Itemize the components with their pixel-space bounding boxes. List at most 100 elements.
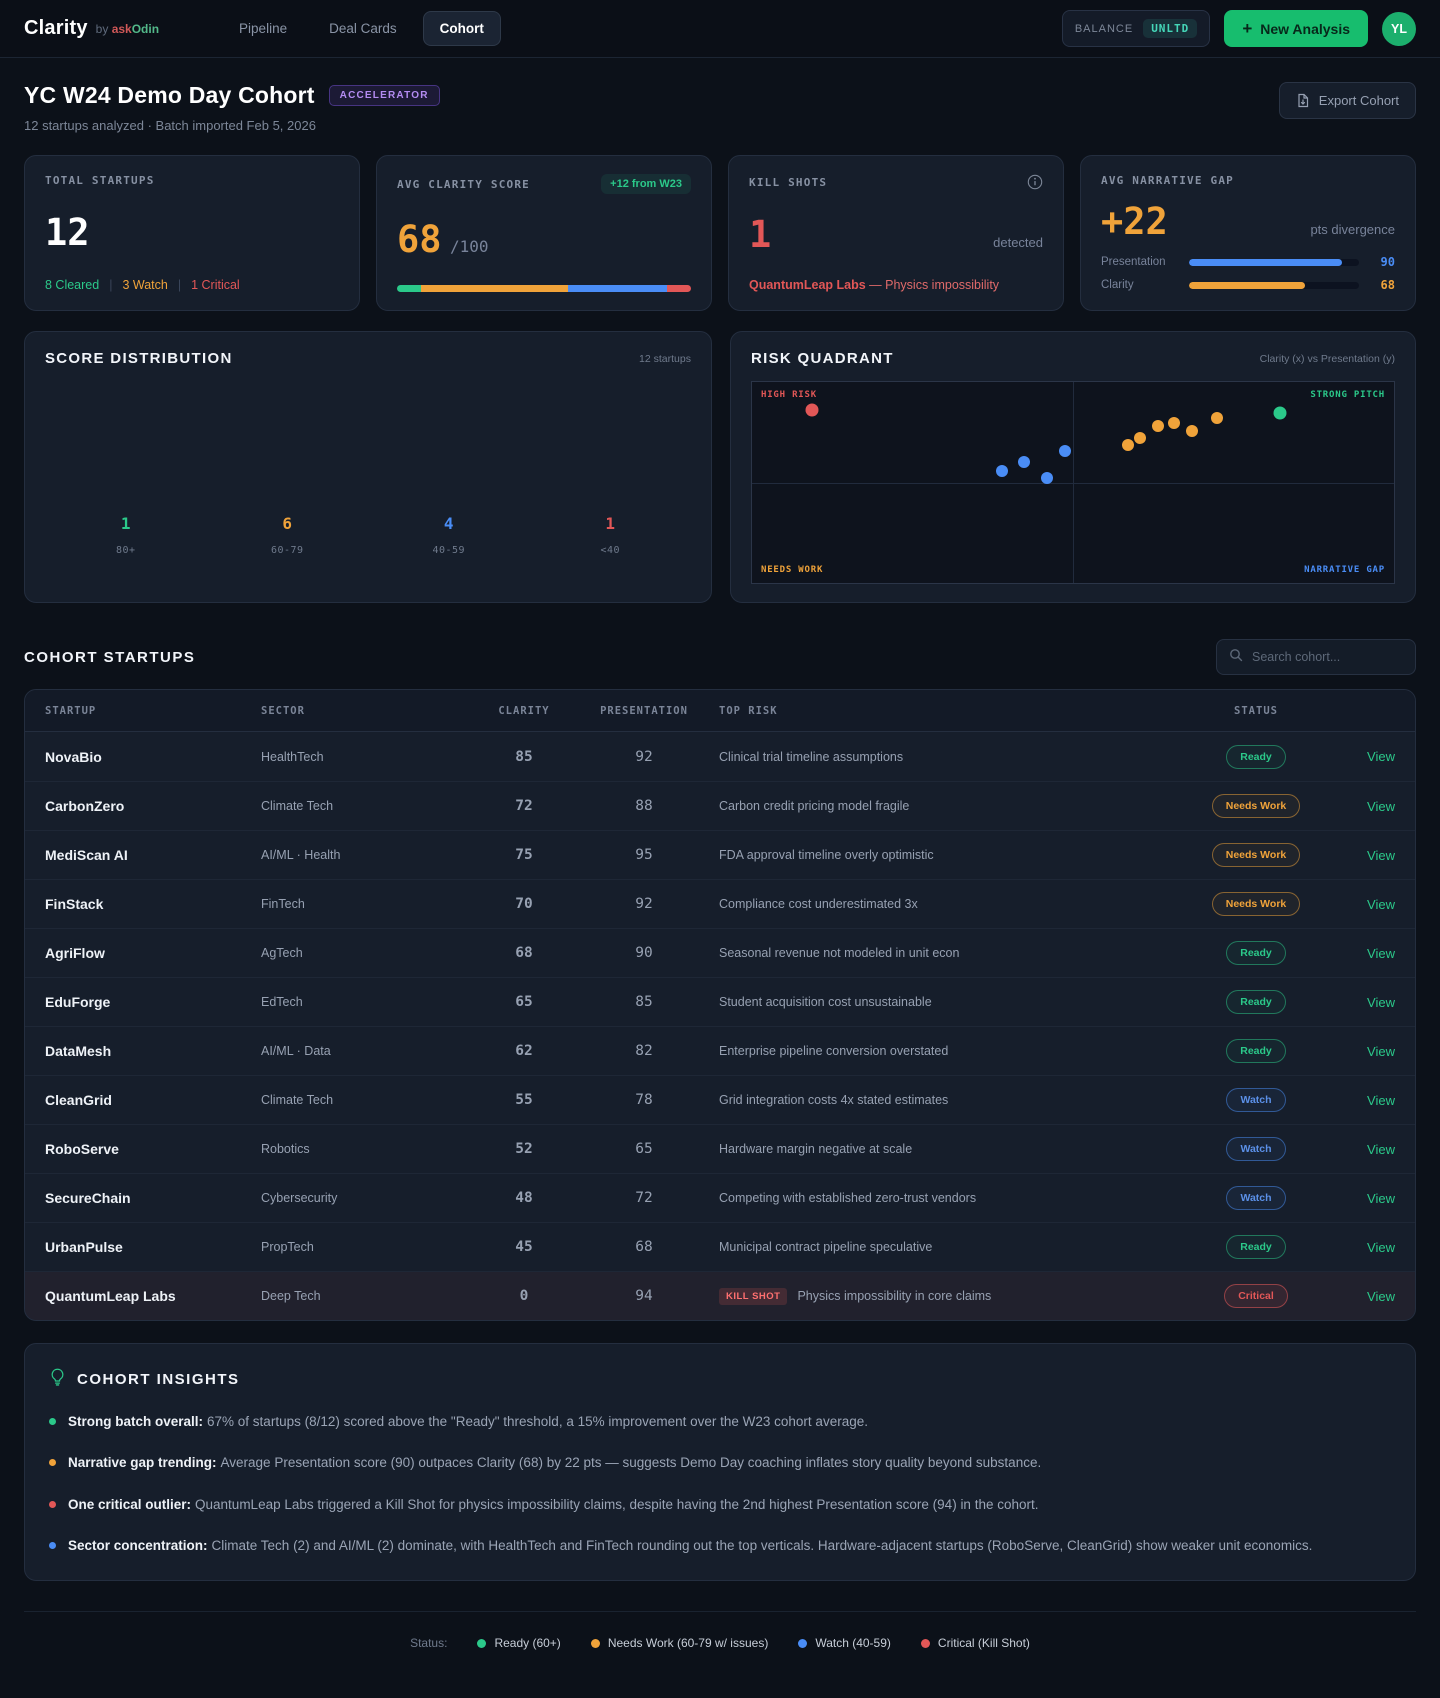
status-badge: Ready: [1226, 744, 1286, 769]
legend-item-label: Critical (Kill Shot): [937, 1636, 1030, 1650]
view-link[interactable]: View: [1367, 1093, 1395, 1108]
top-risk: KILL SHOT Physics impossibility in core c…: [719, 1287, 1181, 1305]
cohort-section-header: COHORT STARTUPS: [24, 639, 1416, 675]
legend-dot: [920, 1638, 930, 1648]
presentation-score: 78: [635, 1092, 653, 1108]
startup-sector: Climate Tech: [261, 1093, 334, 1107]
nav-item-pipeline[interactable]: Pipeline: [223, 12, 303, 45]
legend-label: Status:: [410, 1636, 448, 1650]
startup-name: DataMesh: [45, 1043, 112, 1059]
table-row-novabio: NovaBio HealthTech 85 92 Clinical trial time…: [25, 732, 1415, 781]
legend-item-critical-kill-shot: Critical (Kill Shot): [920, 1636, 1030, 1650]
startup-sector: FinTech: [261, 897, 305, 911]
table-row-carbonzero: CarbonZero Climate Tech 72 88 Carbon credit …: [25, 781, 1415, 830]
legend-dot: [798, 1638, 808, 1648]
top-risk: Hardware margin negative at scale: [719, 1142, 1181, 1156]
bucket-count: 6: [282, 514, 293, 533]
view-link[interactable]: View: [1367, 1044, 1395, 1059]
total-startups-label: TOTAL STARTUPS: [45, 174, 155, 187]
view-link[interactable]: View: [1367, 799, 1395, 814]
insight-body: Average Presentation score (90) outpaces…: [220, 1455, 1042, 1471]
startup-name: FinStack: [45, 896, 104, 912]
gap-bar-value: 68: [1380, 278, 1395, 292]
presentation-score: 72: [635, 1190, 653, 1206]
legend-item-label: Watch (40-59): [815, 1636, 891, 1650]
insight-body: Climate Tech (2) and AI/ML (2) dominate,…: [211, 1537, 1313, 1553]
avg-clarity-card: AVG CLARITY SCORE +12 from W23 68 /100: [376, 155, 712, 311]
export-cohort-button[interactable]: Export Cohort: [1278, 82, 1416, 119]
info-icon[interactable]: [1027, 174, 1043, 190]
view-link[interactable]: View: [1367, 1240, 1395, 1255]
avg-clarity-value: 68: [397, 218, 442, 261]
search-input[interactable]: [1252, 650, 1413, 664]
gap-bar-value: 90: [1380, 255, 1395, 269]
top-risk-text: Hardware margin negative at scale: [719, 1142, 913, 1156]
startup-name: AgriFlow: [45, 945, 105, 961]
nav-item-cohort[interactable]: Cohort: [422, 11, 501, 46]
status-cell: Ready: [1181, 990, 1331, 1014]
view-cell: View: [1331, 995, 1415, 1010]
top-risk-text: Physics impossibility in core claims: [797, 1289, 992, 1303]
new-analysis-button[interactable]: + New Analysis: [1224, 10, 1368, 47]
table-row-roboserve: RoboServe Robotics 52 65 Hardware margin neg…: [25, 1124, 1415, 1173]
status-badge: Ready: [1226, 1235, 1286, 1259]
kill-shots-suffix: detected: [993, 234, 1043, 250]
view-link[interactable]: View: [1367, 1289, 1395, 1304]
view-link[interactable]: View: [1367, 1191, 1395, 1206]
legend-item-watch-40-59: Watch (40-59): [798, 1636, 891, 1650]
table-row-datamesh: DataMesh AI/ML · Data 62 82 Enterprise pipel…: [25, 1026, 1415, 1075]
top-risk-text: Seasonal revenue not modeled in unit eco…: [719, 946, 960, 960]
startup-sector: EdTech: [261, 995, 303, 1009]
score-distribution-title: SCORE DISTRIBUTION: [45, 350, 233, 367]
quadrant-point-datamesh: [1122, 438, 1135, 451]
column-header-presentation: PRESENTATION: [600, 704, 688, 717]
bucket-count: 1: [605, 514, 616, 533]
distribution-plot-area: [45, 367, 691, 514]
lightbulb-icon: [49, 1368, 66, 1391]
view-link[interactable]: View: [1367, 749, 1395, 764]
score-distribution-card: SCORE DISTRIBUTION 12 startups 1 80+ 6 60-7…: [24, 331, 712, 603]
insights-header: COHORT INSIGHTS: [49, 1368, 1391, 1391]
top-risk: Competing with established zero-trust ve…: [719, 1191, 1181, 1205]
status-cell: Ready: [1181, 941, 1331, 965]
presentation-score: 68: [635, 1239, 653, 1255]
insight-bullet-dot: [49, 1418, 56, 1425]
table-row-eduforge: EduForge EdTech 65 85 Student acquisition co…: [25, 977, 1415, 1026]
insight-text: Sector concentration: Climate Tech (2) an…: [68, 1536, 1312, 1556]
clarity-bar-segment: [568, 285, 667, 292]
quadrant-label-narrative-gap: NARRATIVE GAP: [1304, 565, 1385, 575]
insight-item: One critical outlier: QuantumLeap Labs tr…: [49, 1495, 1391, 1515]
nav-item-deal-cards[interactable]: Deal Cards: [313, 12, 413, 45]
view-link[interactable]: View: [1367, 1142, 1395, 1157]
kill-shot-badge: KILL SHOT: [719, 1287, 788, 1305]
avg-clarity-value-row: 68 /100: [397, 221, 691, 258]
presentation-score: 65: [635, 1141, 653, 1157]
narrative-gap-card: AVG NARRATIVE GAP +22 pts divergence Pre…: [1080, 155, 1416, 311]
view-link[interactable]: View: [1367, 897, 1395, 912]
startup-name: NovaBio: [45, 748, 102, 765]
startup-name: EduForge: [45, 994, 111, 1010]
avatar[interactable]: YL: [1382, 11, 1416, 46]
status-badge: Watch: [1226, 1137, 1286, 1161]
view-link[interactable]: View: [1367, 848, 1395, 863]
startup-name: MediScan AI: [45, 847, 128, 863]
view-link[interactable]: View: [1367, 946, 1395, 961]
clarity-score: 55: [515, 1092, 533, 1108]
top-risk: Municipal contract pipeline speculative: [719, 1240, 1181, 1254]
top-risk: Compliance cost underestimated 3x: [719, 897, 1181, 911]
critical-count: 1 Critical: [191, 278, 240, 292]
column-header-top-risk: TOP RISK: [719, 704, 778, 717]
top-risk-text: FDA approval timeline overly optimistic: [719, 848, 934, 862]
avg-clarity-header: AVG CLARITY SCORE +12 from W23: [397, 174, 691, 194]
presentation-score: 82: [635, 1043, 653, 1059]
insights-title: COHORT INSIGHTS: [77, 1371, 240, 1388]
view-link[interactable]: View: [1367, 995, 1395, 1010]
startup-sector: AI/ML · Data: [261, 1044, 331, 1058]
insight-text: Strong batch overall: 67% of startups (8/…: [68, 1412, 868, 1432]
view-cell: View: [1331, 749, 1415, 764]
content: YC W24 Demo Day Cohort ACCELERATOR 12 st…: [0, 82, 1440, 1698]
view-cell: View: [1331, 1240, 1415, 1255]
quadrant-point-agriflow: [1152, 420, 1165, 433]
status-legend: Status: Ready (60+) Needs Work (60-79 w/ …: [24, 1636, 1416, 1650]
gap-bar-track: [1189, 281, 1359, 289]
